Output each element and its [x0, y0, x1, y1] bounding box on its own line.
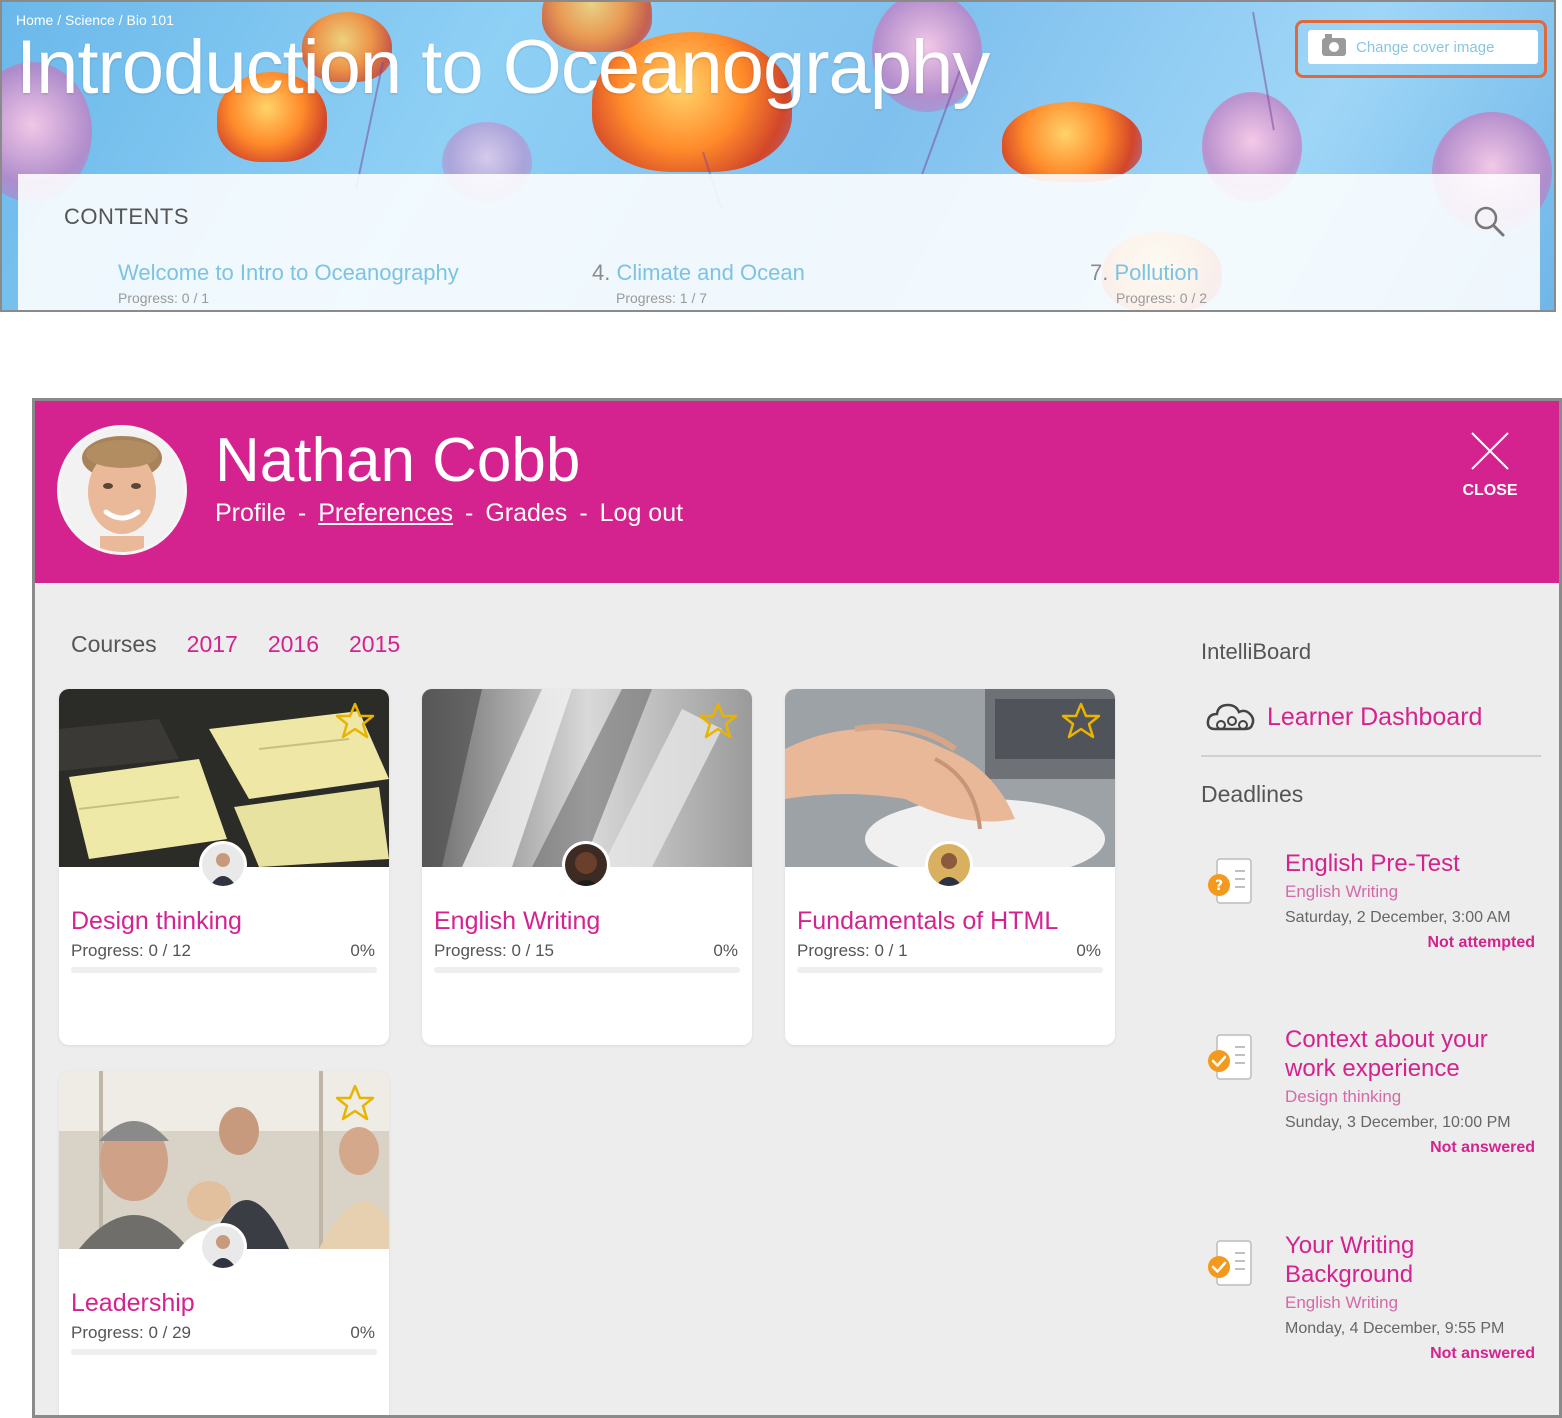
- deadline-date: Sunday, 3 December, 10:00 PM: [1285, 1114, 1511, 1131]
- contents-item-title: Pollution: [1114, 260, 1199, 285]
- course-progress-bar: [434, 967, 740, 973]
- course-progress: Progress: 0 / 29: [71, 1323, 192, 1342]
- avatar[interactable]: [57, 425, 187, 555]
- course-progress-bar: [797, 967, 1103, 973]
- deadline-date: Saturday, 2 December, 3:00 AM: [1285, 909, 1511, 926]
- deadline-course: Design thinking: [1285, 1087, 1402, 1106]
- favorite-star-icon[interactable]: [335, 701, 375, 741]
- deadline-status: Not answered: [1430, 1139, 1535, 1156]
- drawer-header: Nathan Cobb Profile - Preferences - Grad…: [35, 401, 1559, 583]
- learner-dashboard-label: Learner Dashboard: [1267, 702, 1483, 731]
- contents-item-number: 7.: [1090, 260, 1109, 285]
- user-name: Nathan Cobb: [215, 426, 581, 495]
- deadline-item[interactable]: Context about your work experience Desig…: [1205, 1025, 1545, 1205]
- contents-panel: CONTENTS Welcome to Intro to Oceanograph…: [18, 174, 1540, 310]
- course-title: Leadership: [71, 1289, 195, 1317]
- course-progress-bar: [71, 1349, 377, 1355]
- deadlines-heading: Deadlines: [1201, 781, 1304, 807]
- profile-link[interactable]: Profile: [215, 499, 286, 528]
- course-progress: Progress: 0 / 15: [434, 941, 555, 960]
- teacher-avatar: [199, 1223, 247, 1271]
- divider: [1201, 755, 1541, 757]
- deadline-date: Monday, 4 December, 9:55 PM: [1285, 1320, 1505, 1337]
- deadline-title: Context about your work experience: [1285, 1026, 1488, 1082]
- course-percent: 0%: [713, 941, 738, 960]
- contents-item-title: Welcome to Intro to Oceanography: [118, 260, 459, 285]
- contents-item-title: Climate and Ocean: [616, 260, 805, 285]
- search-icon[interactable]: [1472, 204, 1506, 238]
- contents-heading: CONTENTS: [64, 204, 189, 229]
- logout-link[interactable]: Log out: [600, 499, 683, 528]
- course-card-leadership[interactable]: Leadership Progress: 0 / 29 0%: [59, 1071, 389, 1415]
- deadline-course: English Writing: [1285, 1293, 1399, 1312]
- user-nav: Profile - Preferences - Grades - Log out: [215, 499, 683, 528]
- learner-dashboard-link[interactable]: Learner Dashboard: [1205, 699, 1482, 735]
- deadline-item[interactable]: Your Writing Background English Writing …: [1205, 1231, 1545, 1411]
- favorite-star-icon[interactable]: [1061, 701, 1101, 741]
- course-percent: 0%: [350, 941, 375, 960]
- change-cover-image-button[interactable]: Change cover image: [1308, 30, 1538, 64]
- filter-courses-label: Courses: [71, 631, 157, 657]
- change-cover-image-label: Change cover image: [1356, 38, 1495, 56]
- contents-item-number: 4.: [592, 260, 611, 285]
- course-card-fundamentals-of-html[interactable]: Fundamentals of HTML Progress: 0 / 1 0%: [785, 689, 1115, 1045]
- close-button[interactable]: CLOSE: [1455, 429, 1525, 499]
- course-progress-bar: [71, 967, 377, 973]
- course-title: Design thinking: [71, 907, 242, 935]
- close-label: CLOSE: [1462, 482, 1518, 499]
- filter-year-2016[interactable]: 2016: [268, 631, 319, 658]
- close-icon: [1471, 432, 1509, 470]
- svg-text:?: ?: [1215, 878, 1223, 894]
- teacher-avatar: [562, 841, 610, 889]
- nav-separator: -: [297, 499, 307, 527]
- course-banner: Home / Science / Bio 101 Introduction to…: [0, 0, 1556, 312]
- nav-separator: -: [579, 499, 588, 527]
- course-card-design-thinking[interactable]: Design thinking Progress: 0 / 12 0%: [59, 689, 389, 1045]
- camera-icon: [1322, 34, 1346, 56]
- contents-item[interactable]: 7. Pollution Progress: 0 / 2: [1090, 260, 1207, 306]
- dashboard-cloud-icon: [1206, 703, 1255, 731]
- preferences-link[interactable]: Preferences: [318, 499, 453, 528]
- course-title: Fundamentals of HTML: [797, 907, 1059, 935]
- teacher-avatar: [925, 841, 973, 889]
- check-badge-icon: [1208, 1034, 1252, 1080]
- question-badge-icon: ?: [1208, 858, 1252, 904]
- page-title: Introduction to Oceanography: [16, 25, 990, 110]
- course-card-english-writing[interactable]: English Writing Progress: 0 / 15 0%: [422, 689, 752, 1045]
- deadline-status: Not answered: [1430, 1345, 1535, 1362]
- grades-link[interactable]: Grades: [485, 499, 567, 528]
- course-title: English Writing: [434, 907, 601, 935]
- profile-drawer: Nathan Cobb Profile - Preferences - Grad…: [32, 398, 1562, 1418]
- filter-year-2015[interactable]: 2015: [349, 631, 400, 658]
- contents-item[interactable]: Welcome to Intro to Oceanography Progres…: [118, 260, 459, 306]
- deadline-item[interactable]: ? English Pre-Test English Writing Satur…: [1205, 849, 1545, 999]
- deadline-status: Not attempted: [1427, 934, 1535, 951]
- deadline-title: English Pre-Test: [1285, 850, 1460, 877]
- check-badge-icon: [1208, 1240, 1252, 1286]
- intelliboard-heading: IntelliBoard: [1201, 639, 1312, 664]
- course-progress: Progress: 0 / 1: [797, 941, 908, 960]
- contents-item-progress: Progress: 0 / 2: [1116, 290, 1208, 306]
- course-progress: Progress: 0 / 12: [71, 941, 192, 960]
- course-percent: 0%: [350, 1323, 375, 1342]
- teacher-avatar: [199, 841, 247, 889]
- favorite-star-icon[interactable]: [698, 701, 738, 741]
- contents-item-progress: Progress: 0 / 1: [118, 290, 210, 306]
- favorite-star-icon[interactable]: [335, 1083, 375, 1123]
- deadline-course: English Writing: [1285, 882, 1399, 901]
- contents-item-progress: Progress: 1 / 7: [616, 290, 708, 306]
- deadline-title: Your Writing Background: [1285, 1232, 1415, 1288]
- course-percent: 0%: [1076, 941, 1101, 960]
- contents-item[interactable]: 4. Climate and Ocean Progress: 1 / 7: [592, 260, 805, 306]
- filter-year-2017[interactable]: 2017: [187, 631, 238, 658]
- course-filter-bar: Courses 2017 2016 2015: [71, 631, 400, 658]
- nav-separator: -: [465, 499, 474, 527]
